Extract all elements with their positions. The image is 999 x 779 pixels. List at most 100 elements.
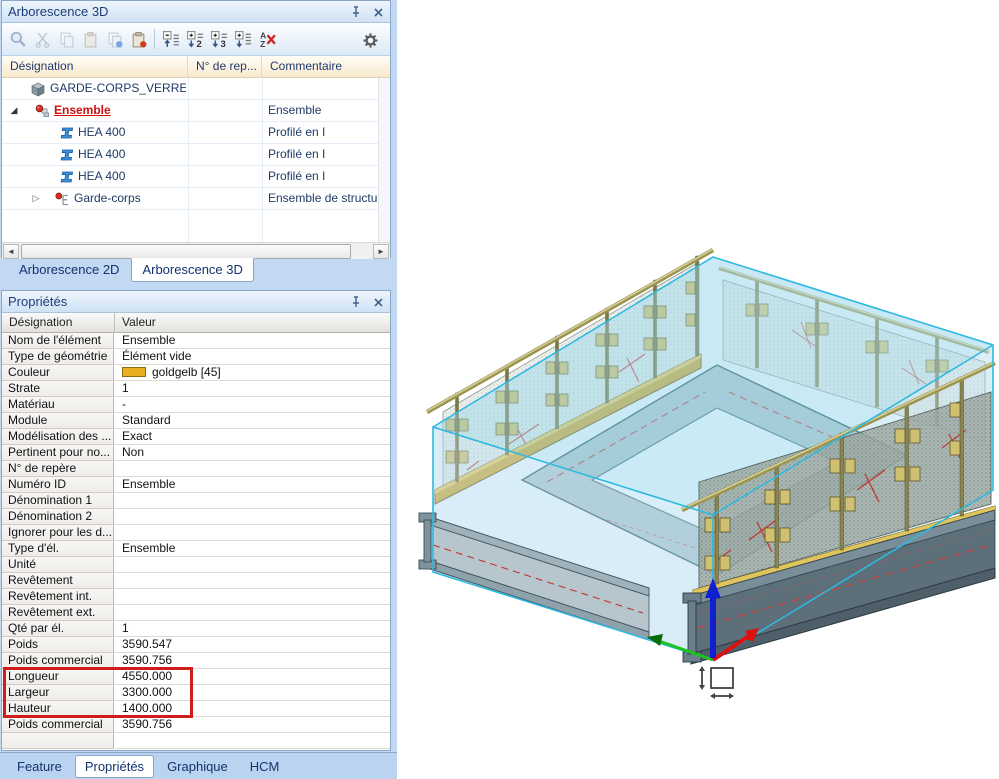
viewport-3d[interactable] [397, 0, 999, 779]
left-dock: Arborescence 3D [0, 0, 397, 779]
tab-arborescence-3d[interactable]: Arborescence 3D [131, 258, 253, 282]
tree-row[interactable]: ◢ Ensemble Ensemble [2, 100, 390, 122]
property-row[interactable]: Revêtement ext. [2, 605, 390, 621]
properties-grid-header: Désignation Valeur [2, 313, 390, 333]
property-row[interactable]: ModuleStandard [2, 413, 390, 429]
tree-panel-titlebar: Arborescence 3D [2, 1, 390, 23]
property-label: Pertinent pour no... [2, 445, 114, 461]
tab-graphique[interactable]: Graphique [158, 756, 237, 777]
tab-arborescence-2d[interactable]: Arborescence 2D [9, 259, 129, 281]
property-value [115, 733, 390, 749]
expander-expanded-icon[interactable]: ◢ [8, 105, 20, 116]
paste-special-icon[interactable] [126, 27, 150, 51]
color-swatch [122, 367, 146, 377]
property-value [115, 525, 390, 541]
tab-proprietes[interactable]: Propriétés [75, 755, 154, 778]
property-label: Numéro ID [2, 477, 114, 493]
close-icon[interactable] [370, 294, 386, 310]
svg-text:Z: Z [260, 38, 265, 48]
property-value: Ensemble [115, 333, 390, 349]
property-row[interactable]: Revêtement [2, 573, 390, 589]
property-label: N° de repère [2, 461, 114, 477]
tab-feature[interactable]: Feature [8, 756, 71, 777]
paste-icon[interactable] [78, 27, 102, 51]
property-row[interactable]: Pertinent pour no...Non [2, 445, 390, 461]
property-row[interactable]: Matériau- [2, 397, 390, 413]
property-row[interactable]: Nom de l'élémentEnsemble [2, 333, 390, 349]
expand-level-3-icon[interactable]: 3 [207, 27, 231, 51]
property-row[interactable]: Dénomination 1 [2, 493, 390, 509]
collapse-all-icon[interactable] [159, 27, 183, 51]
column-header-commentaire[interactable]: Commentaire [262, 56, 390, 78]
property-label: Dénomination 2 [2, 509, 114, 525]
search-icon[interactable] [6, 27, 30, 51]
expander-collapsed-icon[interactable]: ▷ [30, 193, 42, 204]
property-label [2, 733, 114, 749]
svg-text:3: 3 [220, 38, 225, 48]
property-row[interactable]: Ignorer pour les d... [2, 525, 390, 541]
expand-all-icon[interactable] [231, 27, 255, 51]
close-icon[interactable] [370, 4, 386, 20]
property-value [115, 461, 390, 477]
property-value: Élément vide [115, 349, 390, 365]
property-row[interactable]: Dénomination 2 [2, 509, 390, 525]
property-row[interactable]: Unité [2, 557, 390, 573]
property-row-largeur[interactable]: Largeur3300.000 [2, 685, 390, 701]
tree-row[interactable]: HEA 400 Profilé en I [2, 122, 390, 144]
copy-special-icon[interactable] [102, 27, 126, 51]
tree-row[interactable]: HEA 400 Profilé en I [2, 144, 390, 166]
property-row[interactable]: N° de repère [2, 461, 390, 477]
property-row[interactable]: Couleurgoldgelb [45] [2, 365, 390, 381]
copy-icon[interactable] [54, 27, 78, 51]
pin-icon[interactable] [348, 4, 364, 20]
property-row-hauteur[interactable]: Hauteur1400.000 [2, 701, 390, 717]
property-row[interactable]: Poids commercial3590.756 [2, 717, 390, 733]
scroll-right-arrow[interactable]: ► [373, 244, 389, 259]
scroll-thumb[interactable] [21, 244, 351, 259]
tree-horizontal-scrollbar[interactable]: ◄ ► [2, 242, 390, 259]
property-row[interactable]: Type de géométrieÉlément vide [2, 349, 390, 365]
scroll-left-arrow[interactable]: ◄ [3, 244, 19, 259]
property-label: Revêtement [2, 573, 114, 589]
tree-panel-title: Arborescence 3D [8, 4, 108, 19]
bounding-box-dimensions-icon [699, 666, 734, 699]
property-value: Ensemble [115, 477, 390, 493]
properties-grid: Désignation Valeur Nom de l'élémentEnsem… [2, 313, 390, 750]
settings-gear-icon[interactable] [358, 28, 382, 52]
tree-row-comment [268, 78, 388, 100]
tree-row[interactable]: HEA 400 Profilé en I [2, 166, 390, 188]
property-label: Longueur [2, 669, 114, 685]
pin-icon[interactable] [348, 294, 364, 310]
property-label: Strate [2, 381, 114, 397]
property-row[interactable] [2, 733, 390, 749]
property-row[interactable]: Numéro IDEnsemble [2, 477, 390, 493]
property-value [115, 509, 390, 525]
property-row[interactable]: Qté par él.1 [2, 621, 390, 637]
tree-row[interactable]: ▷ Garde-corps Ensemble de structure [2, 188, 390, 210]
property-row[interactable]: Strate1 [2, 381, 390, 397]
tree-vertical-scrollbar[interactable] [378, 78, 390, 242]
property-value: 4550.000 [115, 669, 390, 685]
property-value: 3590.756 [115, 653, 390, 669]
property-value: 3300.000 [115, 685, 390, 701]
tree-row-comment: Ensemble de structure [268, 188, 388, 210]
tree-row[interactable]: GARDE-CORPS_VERRE [2, 78, 390, 100]
prop-column-valeur[interactable]: Valeur [115, 313, 390, 333]
tab-hcm[interactable]: HCM [241, 756, 289, 777]
expand-level-2-icon[interactable]: 2 [183, 27, 207, 51]
column-header-rep[interactable]: N° de rep... [188, 56, 262, 78]
tree-row-label: HEA 400 [78, 122, 186, 144]
remove-sort-icon[interactable]: AZ [255, 27, 279, 51]
property-label: Module [2, 413, 114, 429]
property-value: Standard [115, 413, 390, 429]
prop-column-designation[interactable]: Désignation [2, 313, 115, 333]
cut-icon[interactable] [30, 27, 54, 51]
property-row[interactable]: Revêtement int. [2, 589, 390, 605]
property-row[interactable]: Type d'él.Ensemble [2, 541, 390, 557]
property-value: - [115, 397, 390, 413]
property-row[interactable]: Modélisation des ...Exact [2, 429, 390, 445]
column-header-designation[interactable]: Désignation [2, 56, 188, 78]
property-row[interactable]: Poids3590.547 [2, 637, 390, 653]
property-row[interactable]: Poids commercial3590.756 [2, 653, 390, 669]
property-row-longueur[interactable]: Longueur4550.000 [2, 669, 390, 685]
